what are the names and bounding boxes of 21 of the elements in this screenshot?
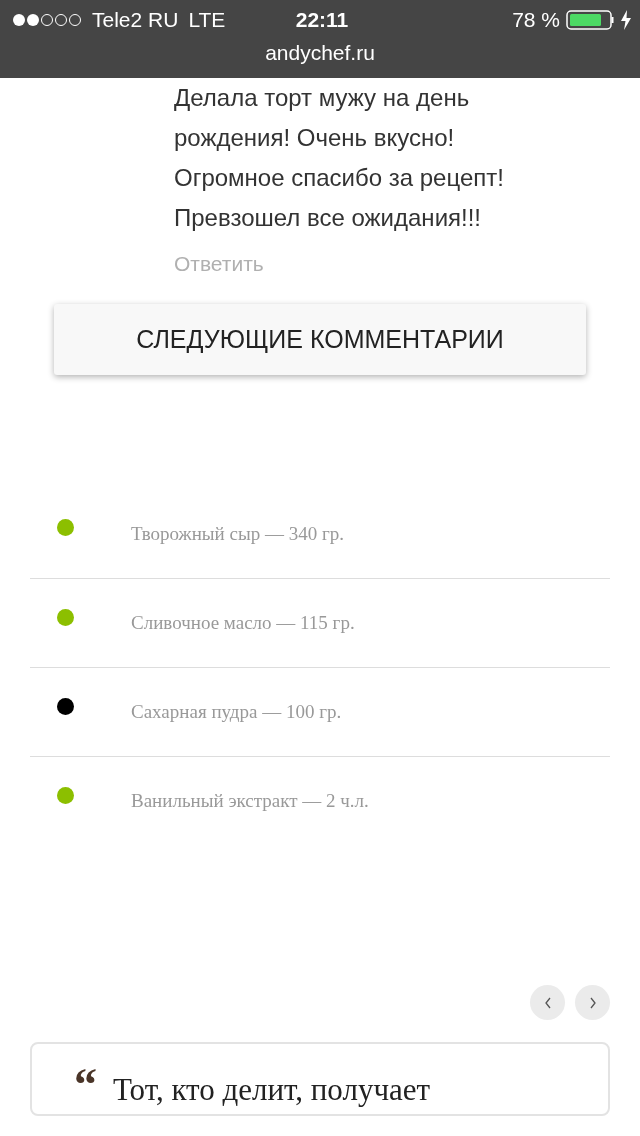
next-button[interactable] <box>575 985 610 1020</box>
network-type: LTE <box>188 8 226 32</box>
charging-icon <box>620 10 632 30</box>
ingredient-text: Творожный сыр — 340 гр. <box>131 522 344 545</box>
next-comments-button[interactable]: СЛЕДУЮЩИЕ КОММЕНТАРИИ <box>54 304 586 375</box>
battery-icon <box>566 10 614 30</box>
quote-mark: “ <box>74 1062 97 1108</box>
clock: 22:11 <box>295 8 349 32</box>
address-bar[interactable]: andychef.ru <box>240 40 400 66</box>
ingredient-text: Ванильный экстракт — 2 ч.л. <box>131 790 369 812</box>
quote-text: Тот, кто делит, получает <box>113 1071 431 1109</box>
ingredient-text: Сливочное масло — 115 гр. <box>131 612 355 634</box>
comment-text: Делала торт мужу на день <box>174 83 470 113</box>
battery-percent: 78 % <box>512 8 560 32</box>
carrier-name: Tele2 RU <box>92 8 179 32</box>
comment-text: рождения! Очень вкусно! <box>174 123 455 153</box>
ingredient-text: Сахарная пудра — 100 гр. <box>131 701 342 723</box>
previous-button[interactable] <box>530 985 565 1020</box>
signal-icon <box>12 13 82 27</box>
comment-text: Превзошел все ожидания!!! <box>174 203 482 233</box>
comment-text: Огромное спасибо за рецепт! <box>174 163 504 193</box>
